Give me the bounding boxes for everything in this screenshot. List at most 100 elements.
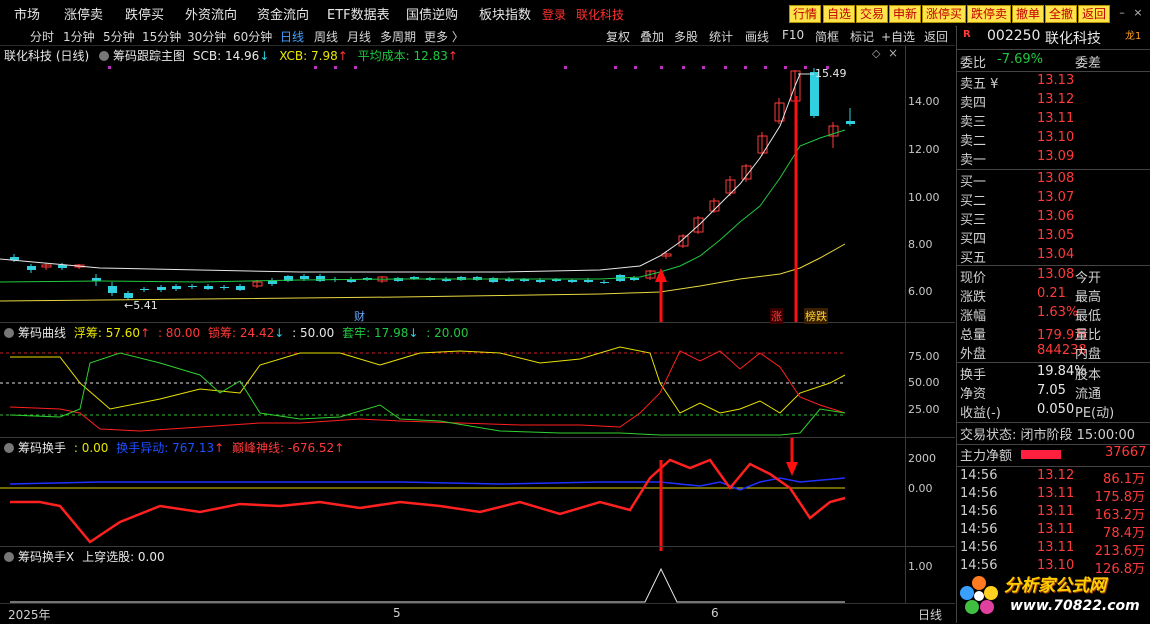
stat-label: 外盘 xyxy=(960,347,987,362)
candle xyxy=(172,286,181,289)
cost-marker xyxy=(634,66,637,69)
minimize-icon[interactable]: – xyxy=(1115,6,1129,20)
stat-label: 总量 xyxy=(960,328,987,343)
ranking-tag[interactable]: 榜跌 xyxy=(804,308,828,324)
candle xyxy=(568,280,577,282)
buy-order-row[interactable]: 买三 13.06 xyxy=(957,209,1150,228)
date-axis: 2025年 5 6 日线 xyxy=(0,603,955,624)
multi-stock-button[interactable]: 多股 xyxy=(674,28,698,45)
period-tab-timeshare[interactable]: 分时 xyxy=(30,28,54,45)
period-tab-30min[interactable]: 30分钟 xyxy=(187,28,226,45)
menu-foreign-flow[interactable]: 外资流向 xyxy=(185,4,237,23)
quote-button[interactable]: 行情 xyxy=(789,5,822,23)
chip-curve-chart[interactable] xyxy=(0,323,905,437)
adjust-button[interactable]: 复权 xyxy=(606,28,630,45)
stat-label: 最低 xyxy=(1075,309,1102,324)
locked-chips-line xyxy=(9,350,846,432)
cancel-all-button[interactable]: 全撤 xyxy=(1045,5,1078,23)
toolbar-back-button[interactable]: 返回 xyxy=(924,28,948,45)
stat-label: 现价 xyxy=(960,271,987,286)
stock-header: R 002250 联化科技 龙1 xyxy=(957,26,1150,48)
order-level-label: 卖五 ¥ xyxy=(960,77,999,92)
tick-time: 14:56 xyxy=(960,504,998,519)
divider xyxy=(957,422,1150,423)
trade-button[interactable]: 交易 xyxy=(856,5,889,23)
order-price: 13.05 xyxy=(1037,228,1075,243)
f10-button[interactable]: F10 xyxy=(782,28,804,42)
period-tab-60min[interactable]: 60分钟 xyxy=(233,28,272,45)
cancel-order-button[interactable]: 撤单 xyxy=(1012,5,1045,23)
order-price: 13.10 xyxy=(1037,130,1075,145)
period-tab-monthly[interactable]: 月线 xyxy=(347,28,371,45)
stat-value: 7.05 xyxy=(1037,383,1066,398)
divider xyxy=(957,49,1150,50)
chip-turnoverx-chart[interactable] xyxy=(0,547,905,603)
menu-market[interactable]: 市场 xyxy=(14,4,40,23)
stat-label: 收益(-) xyxy=(960,406,1001,421)
watchlist-button[interactable]: 自选 xyxy=(823,5,856,23)
current-stock-name: 联化科技 xyxy=(576,8,625,22)
chip-turnover-chart[interactable] xyxy=(0,438,905,546)
statistics-button[interactable]: 统计 xyxy=(709,28,733,45)
overlay-button[interactable]: 叠加 xyxy=(640,28,664,45)
login-link[interactable]: 登录 xyxy=(542,6,566,23)
menu-reverse-repo[interactable]: 国债逆购 xyxy=(406,4,458,23)
curve-axis-label: 75.00 xyxy=(908,350,940,363)
cost-marker xyxy=(564,66,567,69)
limit-up-tag[interactable]: 涨 xyxy=(770,308,783,324)
weicha-label: 委差 xyxy=(1075,56,1102,71)
simple-frame-button[interactable]: 简框 xyxy=(815,28,839,45)
menu-etf-table[interactable]: ETF数据表 xyxy=(327,4,390,23)
menu-fund-flow[interactable]: 资金流向 xyxy=(257,4,309,23)
cost-marker xyxy=(108,66,111,69)
sell-order-row[interactable]: 卖三 13.11 xyxy=(957,111,1150,130)
order-level-label: 卖四 xyxy=(960,96,987,111)
curve-axis-label: 25.00 xyxy=(908,403,940,416)
period-tab-15min[interactable]: 15分钟 xyxy=(142,28,181,45)
buy-order-row[interactable]: 买一 13.08 xyxy=(957,171,1150,190)
divider xyxy=(957,169,1150,170)
sell-order-row[interactable]: 卖二 13.10 xyxy=(957,130,1150,149)
dragon-badge[interactable]: 龙1 xyxy=(1125,27,1141,42)
period-tab-daily[interactable]: 日线 xyxy=(280,28,304,45)
menu-limit-down-buy[interactable]: 跌停买 xyxy=(125,4,164,23)
tick-time: 14:56 xyxy=(960,522,998,537)
add-watchlist-button[interactable]: +自选 xyxy=(881,28,915,45)
cost-marker xyxy=(682,66,685,69)
mark-button[interactable]: 标记 xyxy=(850,28,874,45)
candle xyxy=(140,289,149,290)
menu-limit-up-sell[interactable]: 涨停卖 xyxy=(64,4,103,23)
draw-line-button[interactable]: 画线 xyxy=(745,28,769,45)
close-icon[interactable]: × xyxy=(1131,6,1145,20)
period-tab-5min[interactable]: 5分钟 xyxy=(103,28,135,45)
curve-axis-label: 50.00 xyxy=(908,376,940,389)
buy-order-row[interactable]: 买二 13.07 xyxy=(957,190,1150,209)
sell-order-row[interactable]: 卖一 13.09 xyxy=(957,149,1150,168)
limit-up-buy-button[interactable]: 涨停买 xyxy=(922,5,967,23)
back-button[interactable]: 返回 xyxy=(1078,5,1111,23)
limit-down-sell-button[interactable]: 跌停卖 xyxy=(967,5,1012,23)
weibi-label: 委比 xyxy=(960,56,987,71)
kline-chart[interactable] xyxy=(0,46,955,322)
period-tab-weekly[interactable]: 周线 xyxy=(314,28,338,45)
weibi-value: -7.69% xyxy=(997,52,1043,67)
tick-volume: 213.6万 xyxy=(1094,544,1145,559)
sell-order-row[interactable]: 卖五 ¥ 13.13 xyxy=(957,73,1150,92)
order-level-label: 买二 xyxy=(960,194,987,209)
candle xyxy=(584,280,593,282)
menu-sector-index[interactable]: 板块指数 xyxy=(479,4,531,23)
period-tab-multi[interactable]: 多周期 xyxy=(380,28,416,45)
tick-time: 14:56 xyxy=(960,486,998,501)
order-price: 13.04 xyxy=(1037,247,1075,262)
buy-order-row[interactable]: 买四 13.05 xyxy=(957,228,1150,247)
period-tab-more[interactable]: 更多 〉 xyxy=(424,28,464,45)
order-level-label: 买三 xyxy=(960,213,987,228)
period-tab-1min[interactable]: 1分钟 xyxy=(63,28,95,45)
divider xyxy=(957,362,1150,363)
buy-order-row[interactable]: 买五 13.04 xyxy=(957,247,1150,266)
finance-tag[interactable]: 财 xyxy=(354,308,365,324)
stat-label: PE(动) xyxy=(1075,406,1115,421)
sell-order-row[interactable]: 卖四 13.12 xyxy=(957,92,1150,111)
ipo-button[interactable]: 申新 xyxy=(889,5,922,23)
candle xyxy=(536,280,545,282)
